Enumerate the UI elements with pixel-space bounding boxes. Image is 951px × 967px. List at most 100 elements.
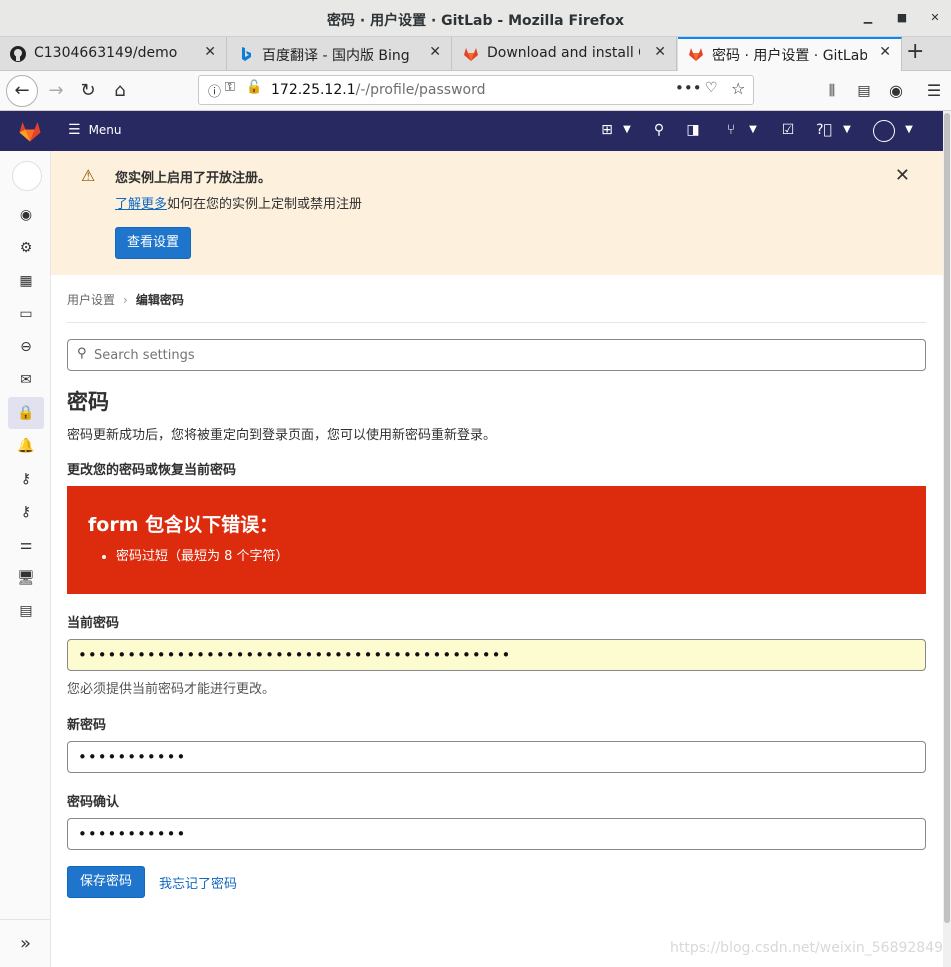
issues-icon[interactable]: ◨ [684,122,702,140]
access-tokens-icon[interactable]: ⊖ [15,336,37,358]
bookmark-star-icon[interactable]: ☆ [731,79,745,98]
email-icon[interactable]: ✉ [15,369,37,391]
learn-more-link[interactable]: 了解更多 [115,197,167,212]
tab-close-icon[interactable]: ✕ [879,44,891,60]
registration-alert: ⚠ 您实例上启用了开放注册。 了解更多如何在您的实例上定制或禁用注册 查看设置 … [51,151,943,275]
profile-icon[interactable]: ◉ [15,204,37,226]
page-actions-icon[interactable]: ••• [675,79,702,97]
tab-close-icon[interactable]: ✕ [429,44,441,60]
tab-bing[interactable]: 百度翻译 - 国内版 Bing ✕ [228,37,452,71]
alert-body: 了解更多如何在您的实例上定制或禁用注册 [115,193,362,212]
merge-request-icon[interactable]: ⑂ [722,122,740,140]
tab-github[interactable]: C1304663149/demo ✕ [0,37,227,71]
scrollbar-thumb[interactable] [944,113,950,923]
tab-gitlab-download[interactable]: Download and install GitL ✕ [453,37,677,71]
sidebar-toggle-icon[interactable]: ▤ [852,79,876,103]
chevron-down-icon[interactable]: ▼ [618,124,636,142]
page-title: 密码 [67,390,109,414]
notifications-bell-icon[interactable]: 🔔 [15,435,37,457]
url-path: /-/profile/password [355,82,486,98]
chevron-down-icon[interactable]: ▼ [900,124,918,142]
alert-body-text: 如何在您的实例上定制或禁用注册 [167,197,363,212]
close-window-icon[interactable]: ✕ [927,10,943,26]
search-icon[interactable]: ⚲ [650,122,668,140]
gitlab-header: ☰ Menu ⊞ ▼ ⚲ ◨ ⑂ ▼ ☑ ?⃝ ▼ ▼ [0,111,943,151]
gpg-key-icon[interactable]: ⚷ [15,501,37,523]
tab-close-icon[interactable]: ✕ [204,44,216,60]
key-icon[interactable]: ⚿ [225,80,235,95]
avatar[interactable] [12,161,42,191]
reload-icon[interactable]: ↻ [76,79,100,103]
sessions-monitor-icon[interactable]: 🖥 [15,567,37,589]
url-bar[interactable]: ⓘ ⚿ 🔓 172.25.12.1/-/profile/password •••… [198,75,754,105]
gitlab-icon [464,48,478,61]
tab-strip: C1304663149/demo ✕ 百度翻译 - 国内版 Bing ✕ Dow… [0,37,951,71]
forward-icon[interactable]: → [44,79,68,103]
gitlab-icon [689,48,703,61]
gitlab-logo-icon[interactable] [18,119,42,143]
minimize-icon[interactable]: ▁ [860,10,876,26]
tab-close-icon[interactable]: ✕ [654,44,666,60]
new-tab-icon[interactable]: + [906,39,924,64]
search-input[interactable] [94,344,914,366]
new-password-field[interactable] [67,741,926,773]
preferences-icon[interactable]: ⚌ [15,534,37,556]
window-titlebar: 密码 · 用户设置 · GitLab - Mozilla Firefox ▁ ■… [0,0,951,37]
library-icon[interactable]: ⫼ [820,79,844,103]
chevron-down-icon[interactable]: ▼ [838,124,856,142]
insecure-lock-icon[interactable]: 🔓 [246,80,262,95]
password-lock-icon[interactable]: 🔒 [8,397,44,429]
tab-label: C1304663149/demo [34,45,178,61]
dismiss-alert-icon[interactable]: ✕ [895,165,910,186]
info-icon[interactable]: ⓘ [208,81,221,100]
tab-label: 百度翻译 - 国内版 Bing [262,48,410,64]
bing-icon [242,47,251,61]
help-icon[interactable]: ?⃝ [815,122,833,140]
collapse-sidebar-icon[interactable]: » [0,919,51,967]
menu-button[interactable]: ☰ Menu [68,122,122,138]
ssh-key-icon[interactable]: ⚷ [15,468,37,490]
confirm-password-field[interactable] [67,818,926,850]
chat-icon[interactable]: ▭ [15,303,37,325]
hamburger-menu-icon[interactable]: ☰ [922,79,946,103]
account-settings-icon[interactable]: ⚙ [15,237,37,259]
todo-icon[interactable]: ☑ [779,122,797,140]
plus-square-icon[interactable]: ⊞ [598,122,616,140]
user-avatar[interactable] [873,120,895,142]
forgot-password-link[interactable]: 我忘记了密码 [159,873,237,892]
current-password-field[interactable] [67,639,926,671]
chevron-down-icon[interactable]: ▼ [744,124,762,142]
confirm-password-input[interactable] [78,822,908,846]
page-description: 密码更新成功后，您将被重定向到登录页面，您可以使用新密码重新登录。 [67,428,497,443]
section-subheading: 更改您的密码或恢复当前密码 [67,463,237,478]
current-password-input[interactable] [78,643,908,667]
account-icon[interactable]: ◉ [884,79,908,103]
home-icon[interactable]: ⌂ [108,79,132,103]
url-text[interactable]: 172.25.12.1/-/profile/password [271,82,486,98]
save-password-button[interactable]: 保存密码 [67,866,146,898]
chevron-right-icon: › [123,293,128,307]
error-item: 密码过短（最短为 8 个字符） [116,545,289,564]
github-icon [10,46,26,62]
alert-heading: 您实例上启用了开放注册。 [115,171,272,186]
pocket-icon[interactable]: ♡ [705,80,718,96]
current-password-label: 当前密码 [67,616,120,631]
current-password-help: 您必须提供当前密码才能进行更改。 [67,682,276,697]
tab-gitlab-password[interactable]: 密码 · 用户设置 · GitLab ✕ [678,37,902,71]
log-icon[interactable]: ▤ [15,600,37,622]
applications-icon[interactable]: ▦ [15,270,37,292]
new-password-input[interactable] [78,745,908,769]
view-settings-button[interactable]: 查看设置 [115,227,192,259]
error-heading: form 包含以下错误： [88,514,279,536]
maximize-icon[interactable]: ■ [894,10,910,26]
hamburger-icon: ☰ [68,122,81,138]
navigation-bar: ← → ↻ ⌂ ⓘ ⚿ 🔓 172.25.12.1/-/profile/pass… [0,71,951,111]
breadcrumb-current: 编辑密码 [135,293,184,307]
tab-label: 密码 · 用户设置 · GitLab [712,48,867,64]
search-settings[interactable]: ⚲ [67,339,926,371]
back-icon[interactable]: ← [6,75,38,107]
divider [67,322,926,323]
error-list: 密码过短（最短为 8 个字符） [116,545,289,564]
scrollbar[interactable] [943,111,951,967]
breadcrumb-parent[interactable]: 用户设置 [67,293,115,307]
